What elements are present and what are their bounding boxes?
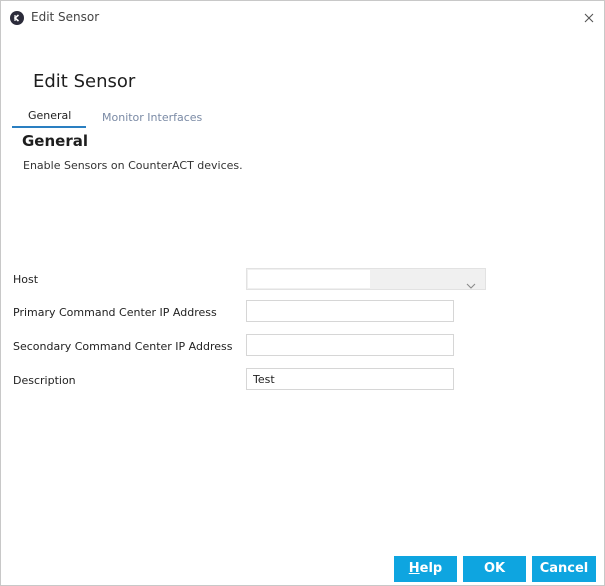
host-select-value <box>248 270 370 288</box>
help-mnemonic: H <box>408 561 420 576</box>
close-icon[interactable] <box>581 10 597 26</box>
edit-sensor-dialog: Edit Sensor Edit Sensor General Monitor … <box>0 0 605 586</box>
tab-general[interactable]: General <box>28 109 71 122</box>
secondary-ip-input[interactable] <box>246 334 454 356</box>
window-title: Edit Sensor <box>31 10 100 24</box>
section-title: General <box>22 132 88 150</box>
tab-bar: General Monitor Interfaces <box>12 107 604 129</box>
active-tab-indicator <box>12 126 86 128</box>
primary-ip-input[interactable] <box>246 300 454 322</box>
cancel-button[interactable]: Cancel <box>532 556 596 582</box>
app-logo-icon <box>10 11 24 25</box>
tab-monitor-interfaces[interactable]: Monitor Interfaces <box>102 111 202 124</box>
section-description: Enable Sensors on CounterACT devices. <box>23 159 243 172</box>
host-select[interactable] <box>246 268 486 290</box>
help-label: elp <box>419 561 443 576</box>
help-button[interactable]: Help <box>394 556 457 582</box>
title-bar: Edit Sensor <box>1 1 604 35</box>
description-label: Description <box>13 374 76 387</box>
dialog-heading: Edit Sensor <box>33 71 136 92</box>
secondary-ip-label: Secondary Command Center IP Address <box>13 340 233 353</box>
host-label: Host <box>13 273 39 286</box>
chevron-down-icon <box>466 275 476 294</box>
primary-ip-label: Primary Command Center IP Address <box>13 306 217 319</box>
description-input[interactable] <box>246 368 454 390</box>
ok-button[interactable]: OK <box>463 556 526 582</box>
